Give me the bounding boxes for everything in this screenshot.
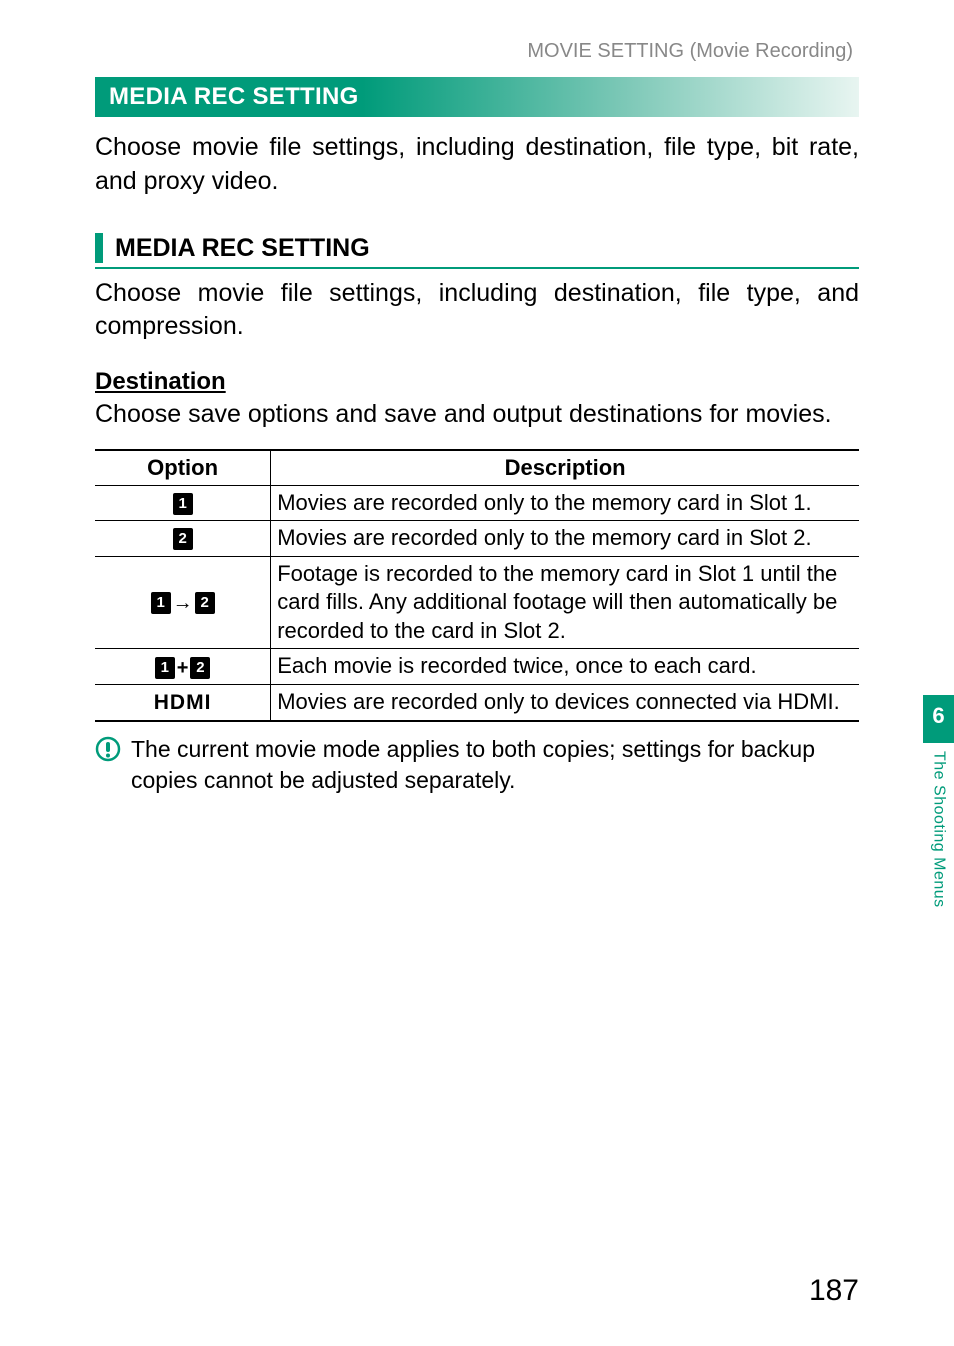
table-row: 1 Movies are recorded only to the memory… (95, 485, 859, 521)
description-cell: Footage is recorded to the memory card i… (271, 556, 859, 649)
caution-text: The current movie mode applies to both c… (131, 734, 859, 796)
description-cell: Movies are recorded only to the memory c… (271, 485, 859, 521)
destination-intro: Choose save options and save and output … (95, 398, 859, 431)
option-slot1-plus-slot2: 1+2 (95, 649, 271, 685)
table-row: 1→2 Footage is recorded to the memory ca… (95, 556, 859, 649)
accent-bar-icon (95, 233, 103, 263)
table-header-row: Option Description (95, 450, 859, 486)
slot1-icon: 1 (151, 592, 171, 614)
slot2-icon: 2 (195, 592, 215, 614)
sub-heading: MEDIA REC SETTING (115, 234, 370, 267)
sub-heading-row: MEDIA REC SETTING (95, 233, 859, 269)
table-row: HDMI Movies are recorded only to devices… (95, 685, 859, 721)
header-description: Description (271, 450, 859, 486)
description-cell: Movies are recorded only to devices conn… (271, 685, 859, 721)
slot1-icon: 1 (173, 493, 193, 515)
header-option: Option (95, 450, 271, 486)
hdmi-label: HDMI (154, 691, 212, 714)
slot2-icon: 2 (190, 657, 210, 679)
destination-heading: Destination (95, 368, 859, 396)
caution-icon (95, 736, 121, 796)
chapter-number: 6 (923, 695, 954, 743)
page-number: 187 (809, 1274, 859, 1308)
table-row: 1+2 Each movie is recorded twice, once t… (95, 649, 859, 685)
plus-icon: + (177, 657, 189, 679)
destination-table: Option Description 1 Movies are recorded… (95, 449, 859, 722)
slot1-icon: 1 (155, 657, 175, 679)
intro-paragraph: Choose movie file settings, including de… (95, 131, 859, 199)
page-content: MOVIE SETTING (Movie Recording) MEDIA RE… (0, 0, 954, 836)
table-row: 2 Movies are recorded only to the memory… (95, 521, 859, 557)
breadcrumb: MOVIE SETTING (Movie Recording) (95, 40, 859, 63)
arrow-right-icon: → (173, 592, 193, 614)
option-slot1: 1 (95, 485, 271, 521)
sub-intro-paragraph: Choose movie file settings, including de… (95, 277, 859, 345)
section-title-bar: MEDIA REC SETTING (95, 77, 859, 117)
chapter-side-tab: 6 The Shooting Menus (923, 695, 954, 908)
option-slot1-to-slot2: 1→2 (95, 556, 271, 649)
description-cell: Movies are recorded only to the memory c… (271, 521, 859, 557)
option-hdmi: HDMI (95, 685, 271, 721)
chapter-label: The Shooting Menus (930, 743, 948, 908)
option-slot2: 2 (95, 521, 271, 557)
slot2-icon: 2 (173, 528, 193, 550)
caution-note: The current movie mode applies to both c… (95, 734, 859, 796)
description-cell: Each movie is recorded twice, once to ea… (271, 649, 859, 685)
